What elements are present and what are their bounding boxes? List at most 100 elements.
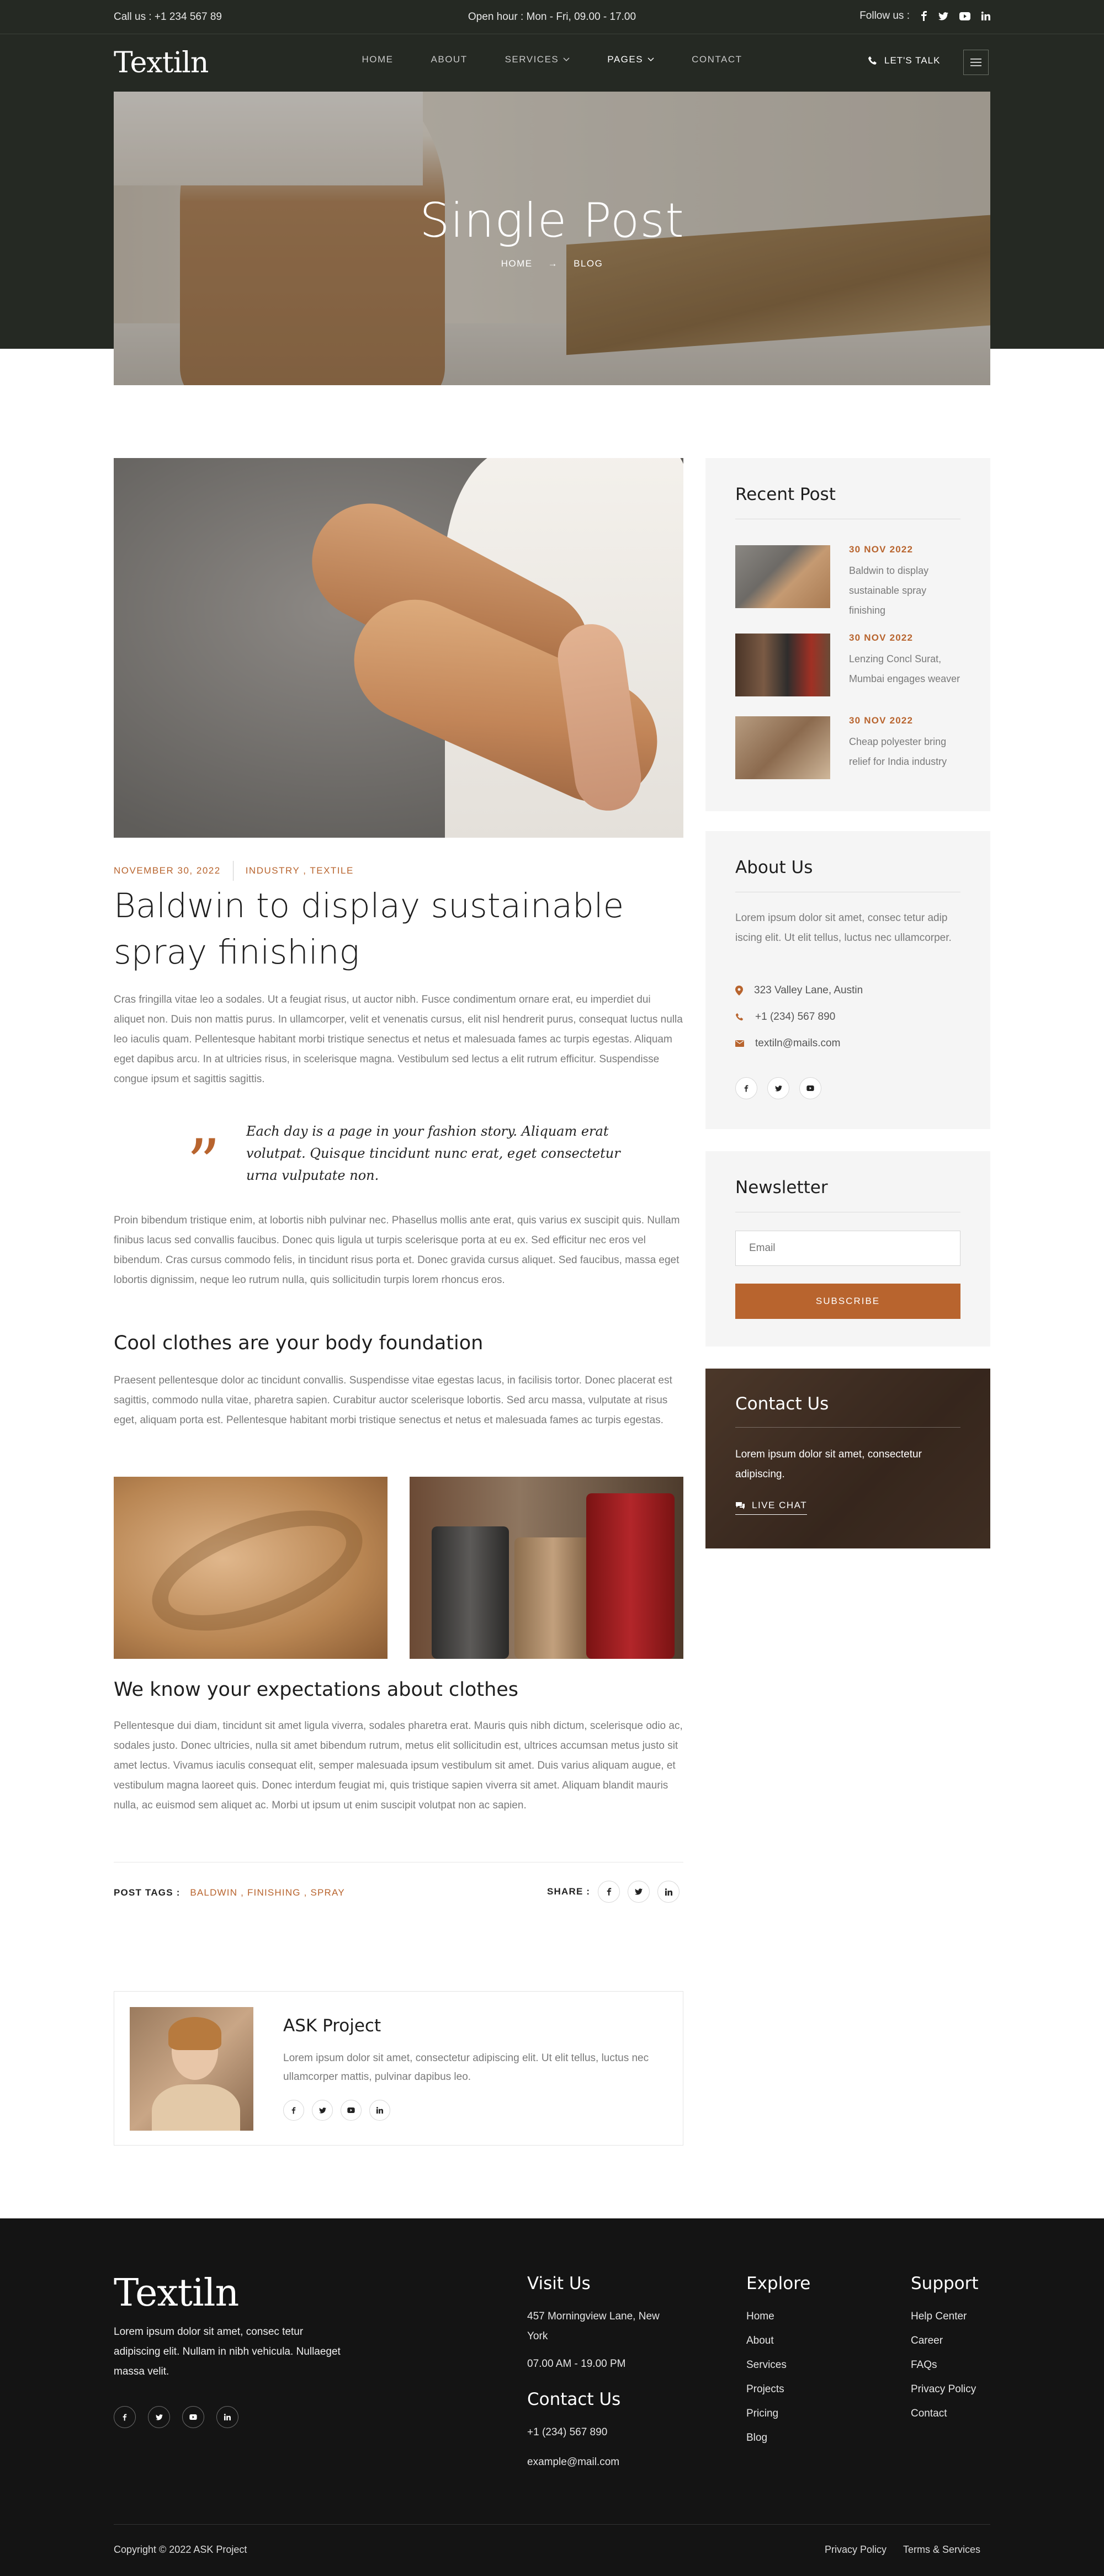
facebook-icon[interactable] [283, 2100, 304, 2121]
post-paragraph-3: Praesent pellentesque dolor ac tincidunt… [114, 1375, 672, 1426]
terms-link[interactable]: Terms & Services [903, 2544, 980, 2556]
youtube-icon[interactable] [341, 2100, 362, 2121]
footer-hours: 07.00 AM - 19.00 PM [527, 2358, 626, 2370]
hamburger-menu-button[interactable] [963, 50, 989, 75]
newsletter-email-input[interactable] [735, 1231, 960, 1266]
tags-label: POST TAGS : [114, 1887, 181, 1898]
author-name[interactable]: ASK Project [283, 2016, 381, 2036]
share-facebook-icon[interactable] [598, 1881, 620, 1903]
quote-icon: ” [187, 1126, 221, 1202]
arrow-right-icon: → [548, 258, 559, 269]
youtube-icon[interactable] [799, 1077, 821, 1099]
recent-post-item[interactable]: 30 NOV 2022 Cheap polyester bring relief… [735, 715, 960, 781]
share-linkedin-icon[interactable] [657, 1881, 680, 1903]
footer-link-privacy-policy[interactable]: Privacy Policy [911, 2380, 976, 2399]
recent-post-title: Cheap polyester bring relief for India i… [849, 736, 947, 767]
chevron-down-icon [563, 57, 570, 62]
footer-contact-title: Contact Us [527, 2389, 621, 2409]
footer-link-home[interactable]: Home [746, 2307, 774, 2327]
footer-phone[interactable]: +1 (234) 567 890 [527, 2423, 607, 2442]
footer-link-services[interactable]: Services [746, 2355, 787, 2375]
footer-link-faqs[interactable]: FAQs [911, 2355, 937, 2375]
footer-visit-title: Visit Us [527, 2274, 591, 2293]
about-text: Lorem ipsum dolor sit amet, consec tetur… [735, 912, 952, 944]
recent-post-item[interactable]: 30 NOV 2022 Lenzing Concl Surat, Mumbai … [735, 632, 960, 699]
nav-pages[interactable]: PAGES [607, 54, 654, 65]
footer-policy-links: Privacy Policy Terms & Services [825, 2544, 980, 2556]
privacy-policy-link[interactable]: Privacy Policy [825, 2544, 887, 2556]
tag-links[interactable]: BALDWIN , FINISHING , SPRAY [190, 1887, 345, 1898]
recent-post-title: Lenzing Concl Surat, Mumbai engages weav… [849, 653, 960, 684]
menu-icon [970, 58, 981, 66]
breadcrumb-home[interactable]: HOME [501, 258, 533, 269]
recent-post-thumbnail [735, 545, 830, 608]
subscribe-button[interactable]: SUBSCRIBE [735, 1284, 960, 1319]
topbar-social: Follow us : [859, 10, 990, 22]
linkedin-icon[interactable] [216, 2406, 238, 2428]
newsletter-widget: Newsletter SUBSCRIBE [705, 1151, 990, 1346]
email-line[interactable]: textiln@mails.com [735, 1037, 840, 1050]
twitter-icon[interactable] [767, 1077, 789, 1099]
post-paragraph-2: Proin bibendum tristique enim, at lobort… [114, 1215, 680, 1286]
lets-talk-button[interactable]: LET'S TALK [868, 55, 940, 66]
footer-logo[interactable]: Textiln [114, 2271, 239, 2315]
twitter-icon[interactable] [148, 2406, 170, 2428]
share-label: SHARE : [547, 1886, 591, 1897]
linkedin-icon[interactable] [981, 12, 990, 20]
follow-label: Follow us : [859, 10, 910, 22]
footer-support-title: Support [911, 2274, 979, 2293]
about-social [735, 1077, 821, 1099]
footer-link-projects[interactable]: Projects [746, 2380, 784, 2399]
nav-services[interactable]: SERVICES [505, 54, 570, 65]
phone-line[interactable]: +1 (234) 567 890 [735, 1011, 835, 1023]
breadcrumb-current: BLOG [574, 258, 603, 269]
footer-link-about[interactable]: About [746, 2331, 774, 2351]
chat-icon [735, 1501, 745, 1510]
section-heading-1: Cool clothes are your body foundation [114, 1332, 484, 1354]
nav-home[interactable]: HOME [362, 54, 394, 65]
top-bar: Call us : +1 234 567 89 Open hour : Mon … [0, 0, 1104, 34]
newsletter-title: Newsletter [735, 1178, 828, 1197]
post-paragraph-4: Pellentesque dui diam, tincidunt sit ame… [114, 1720, 683, 1811]
youtube-icon[interactable] [959, 12, 970, 20]
footer-link-career[interactable]: Career [911, 2331, 943, 2351]
breadcrumb: HOME → BLOG [114, 258, 990, 269]
share-bar: SHARE : [547, 1881, 680, 1903]
map-pin-icon [735, 986, 743, 996]
author-box: ASK Project Lorem ipsum dolor sit amet, … [114, 1991, 683, 2146]
about-title: About Us [735, 858, 813, 877]
footer-link-help-center[interactable]: Help Center [911, 2307, 967, 2327]
author-avatar [130, 2007, 253, 2131]
recent-post-date: 30 NOV 2022 [849, 715, 914, 726]
contact-widget: Contact Us Lorem ipsum dolor sit amet, c… [705, 1369, 990, 1548]
contact-title: Contact Us [735, 1394, 829, 1414]
footer-email[interactable]: example@mail.com [527, 2452, 619, 2472]
contact-text: Lorem ipsum dolor sit amet, consectetur … [735, 1449, 922, 1480]
share-twitter-icon[interactable] [628, 1881, 650, 1903]
twitter-icon[interactable] [312, 2100, 333, 2121]
post-meta: NOVEMBER 30, 2022 INDUSTRY , TEXTILE [114, 861, 354, 881]
footer-link-blog[interactable]: Blog [746, 2428, 767, 2448]
facebook-icon[interactable] [735, 1077, 757, 1099]
about-widget: About Us Lorem ipsum dolor sit amet, con… [705, 831, 990, 1129]
footer-address: 457 Morningview Lane, New York [527, 2311, 660, 2342]
recent-post-thumbnail [735, 716, 830, 779]
footer-social [114, 2406, 238, 2428]
footer-link-pricing[interactable]: Pricing [746, 2404, 778, 2424]
facebook-icon[interactable] [114, 2406, 136, 2428]
nav-contact[interactable]: CONTACT [692, 54, 742, 65]
phone-icon [735, 1013, 744, 1021]
nav-about[interactable]: ABOUT [431, 54, 468, 65]
footer-text: Lorem ipsum dolor sit amet, consec tetur… [114, 2326, 341, 2377]
linkedin-icon[interactable] [369, 2100, 390, 2121]
footer-link-contact[interactable]: Contact [911, 2404, 947, 2424]
facebook-icon[interactable] [921, 11, 927, 21]
section-heading-2: We know your expectations about clothes [114, 1679, 519, 1701]
twitter-icon[interactable] [938, 12, 948, 20]
page-title: Single Post [420, 193, 684, 248]
recent-post-item[interactable]: 30 NOV 2022 Baldwin to display sustainab… [735, 544, 960, 616]
youtube-icon[interactable] [182, 2406, 204, 2428]
recent-post-date: 30 NOV 2022 [849, 632, 914, 643]
live-chat-link[interactable]: LIVE CHAT [735, 1500, 808, 1515]
post-categories[interactable]: INDUSTRY , TEXTILE [246, 865, 354, 876]
